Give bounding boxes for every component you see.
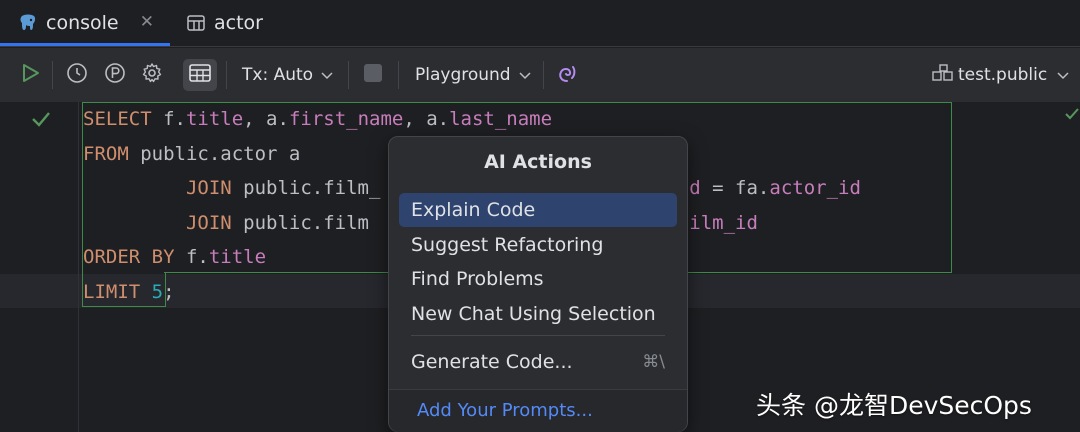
play-icon — [18, 61, 42, 89]
grid-icon — [188, 62, 212, 88]
tab-bar: console ✕ actor — [0, 0, 1080, 46]
tab-actor-label: actor — [214, 12, 263, 34]
menu-item-explain-code[interactable]: Explain Code — [399, 193, 677, 227]
watermark: 头条 @龙智DevSecOps — [756, 391, 1032, 420]
code-token: public.film_ — [243, 177, 381, 199]
history-button[interactable] — [66, 48, 88, 102]
ai-actions-popup: AI Actions Explain Code Suggest Refactor… — [388, 136, 688, 432]
code-token: title — [208, 246, 267, 268]
menu-separator — [411, 335, 665, 336]
toolbar-separator — [348, 61, 349, 89]
playground-label: Playground — [415, 65, 511, 85]
run-button[interactable] — [18, 48, 42, 102]
popup-footer: Add Your Prompts... — [389, 389, 687, 432]
stop-icon — [363, 63, 383, 87]
ai-spiral-icon — [556, 62, 578, 88]
menu-item-label: Find Problems — [411, 268, 544, 290]
code-token: title — [185, 108, 244, 130]
code-token: , a. — [403, 108, 450, 130]
menu-item-label: Generate Code... — [411, 351, 573, 373]
schema-selector[interactable]: test.public — [932, 48, 1069, 102]
schema-icon — [932, 63, 954, 88]
stop-button[interactable] — [363, 48, 383, 102]
toolbar: Tx: Auto Playground test.public — [0, 48, 1080, 103]
table-icon — [186, 13, 206, 33]
menu-item-label: Suggest Refactoring — [411, 234, 604, 256]
toolbar-separator — [398, 61, 399, 89]
code-token: last_name — [449, 108, 553, 130]
code-token: FROM — [83, 142, 141, 165]
popup-title: AI Actions — [484, 151, 592, 173]
code-line[interactable]: SELECT f.title, a.first_name, a.last_nam… — [83, 102, 552, 136]
toolbar-separator — [543, 61, 544, 89]
gear-icon — [141, 62, 163, 88]
tx-mode-label: Tx: Auto — [242, 65, 314, 85]
menu-item-label: New Chat Using Selection — [411, 303, 656, 325]
code-token: , a. — [243, 108, 289, 130]
gutter-divider — [78, 102, 79, 432]
code-line[interactable]: LIMIT 5; — [83, 275, 175, 309]
tab-actor[interactable]: actor — [186, 0, 263, 46]
playground-dropdown[interactable]: Playground — [415, 48, 531, 102]
code-token: 5 — [151, 280, 164, 303]
settings-button[interactable] — [141, 48, 163, 102]
code-token: JOIN — [83, 177, 244, 199]
inspection-ok-icon[interactable] — [1064, 106, 1080, 126]
code-token: public.film — [243, 211, 381, 234]
code-token: JOIN — [83, 211, 244, 234]
code-token: = fa. — [700, 177, 770, 199]
menu-item-label: Explain Code — [411, 199, 536, 221]
clock-icon — [66, 62, 88, 88]
schema-label: test.public — [958, 65, 1048, 85]
p-circle-icon — [104, 62, 126, 88]
code-line[interactable]: ORDER BY f.title — [83, 240, 266, 274]
postgres-elephant-icon — [18, 13, 38, 33]
menu-item-find-problems[interactable]: Find Problems — [399, 262, 677, 296]
parameters-button[interactable] — [104, 48, 126, 102]
add-prompts-link[interactable]: Add Your Prompts... — [417, 400, 593, 421]
code-token: ORDER BY — [83, 246, 186, 268]
menu-item-generate-code[interactable]: Generate Code... ⌘\ — [399, 345, 677, 379]
code-token: LIMIT — [83, 280, 152, 303]
result-view-button[interactable] — [188, 48, 212, 102]
code-token: first_name — [288, 108, 404, 130]
chevron-down-icon — [321, 65, 333, 85]
close-icon[interactable]: ✕ — [140, 12, 154, 32]
tab-console[interactable]: console ✕ — [0, 0, 170, 46]
code-token: f. — [185, 246, 209, 268]
tx-mode-dropdown[interactable]: Tx: Auto — [242, 48, 333, 102]
tab-bar-divider — [0, 46, 1080, 47]
menu-item-shortcut: ⌘\ — [642, 352, 665, 372]
code-token: film_id — [677, 211, 758, 234]
menu-item-suggest-refactoring[interactable]: Suggest Refactoring — [399, 228, 677, 262]
code-token: public.actor a — [140, 142, 301, 165]
chevron-down-icon — [1057, 65, 1069, 85]
menu-item-new-chat[interactable]: New Chat Using Selection — [399, 297, 677, 331]
code-token: f. — [163, 108, 186, 130]
code-token: actor_id — [769, 177, 861, 199]
code-token: SELECT — [83, 108, 164, 130]
code-token: ; — [163, 280, 175, 303]
ai-assistant-button[interactable] — [556, 48, 578, 102]
code-line[interactable]: FROM public.actor a — [83, 137, 300, 171]
tab-console-label: console — [46, 12, 119, 34]
checkmark-icon — [30, 108, 52, 134]
toolbar-separator — [52, 61, 53, 89]
toolbar-separator — [226, 61, 227, 89]
chevron-down-icon — [519, 65, 531, 85]
